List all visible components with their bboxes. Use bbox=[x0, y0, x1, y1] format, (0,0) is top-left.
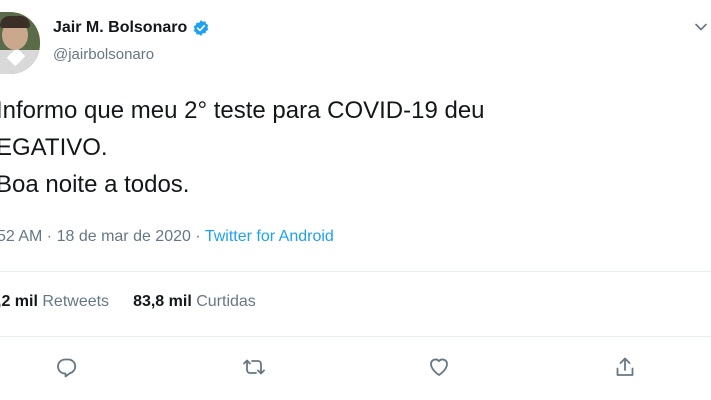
share-button[interactable] bbox=[610, 352, 640, 382]
tweet-card: Jair M. Bolsonaro @jairbolsonaro Informo… bbox=[0, 0, 711, 400]
tweet-text-line: Informo que meu 2° teste para COVID-19 d… bbox=[0, 97, 485, 124]
author-name-row[interactable]: Jair M. Bolsonaro bbox=[53, 19, 210, 37]
tweet-date[interactable]: 18 de mar de 2020 bbox=[57, 228, 191, 245]
chevron-down-icon[interactable] bbox=[694, 20, 708, 34]
reply-button[interactable] bbox=[52, 352, 82, 382]
tweet-text-line: EGATIVO. bbox=[0, 134, 108, 161]
heart-icon bbox=[430, 358, 448, 376]
avatar-hair bbox=[0, 16, 30, 28]
avatar[interactable] bbox=[0, 12, 40, 74]
reply-icon bbox=[57, 358, 77, 378]
like-button[interactable] bbox=[424, 352, 454, 382]
author-display-name[interactable]: Jair M. Bolsonaro bbox=[53, 19, 187, 37]
tweet-meta: 52 AM · 18 de mar de 2020 · Twitter for … bbox=[0, 228, 334, 246]
retweets-label: Retweets bbox=[42, 293, 110, 310]
tweet-actions bbox=[0, 352, 711, 388]
retweets-count: ,2 mil bbox=[0, 293, 38, 310]
tweet-source-link[interactable]: Twitter for Android bbox=[205, 228, 334, 245]
divider bbox=[0, 271, 711, 272]
tweet-text: Informo que meu 2° teste para COVID-19 d… bbox=[0, 92, 696, 203]
retweet-icon bbox=[243, 359, 265, 375]
meta-separator: · bbox=[190, 228, 205, 245]
author-handle[interactable]: @jairbolsonaro bbox=[53, 46, 154, 63]
meta-separator: · bbox=[42, 228, 57, 245]
likes-count: 83,8 mil bbox=[133, 293, 192, 310]
divider bbox=[0, 336, 711, 337]
tweet-text-line: Boa noite a todos. bbox=[0, 171, 190, 198]
verified-badge-icon bbox=[193, 20, 209, 36]
likes-label: Curtidas bbox=[196, 293, 256, 310]
likes-stat[interactable]: 83,8 mil Curtidas bbox=[133, 293, 256, 311]
retweets-stat[interactable]: ,2 mil Retweets bbox=[0, 293, 109, 311]
share-icon bbox=[616, 357, 634, 376]
tweet-time[interactable]: 52 AM bbox=[0, 228, 42, 245]
tweet-stats: ,2 mil Retweets 83,8 mil Curtidas bbox=[0, 293, 256, 311]
retweet-button[interactable] bbox=[239, 352, 269, 382]
